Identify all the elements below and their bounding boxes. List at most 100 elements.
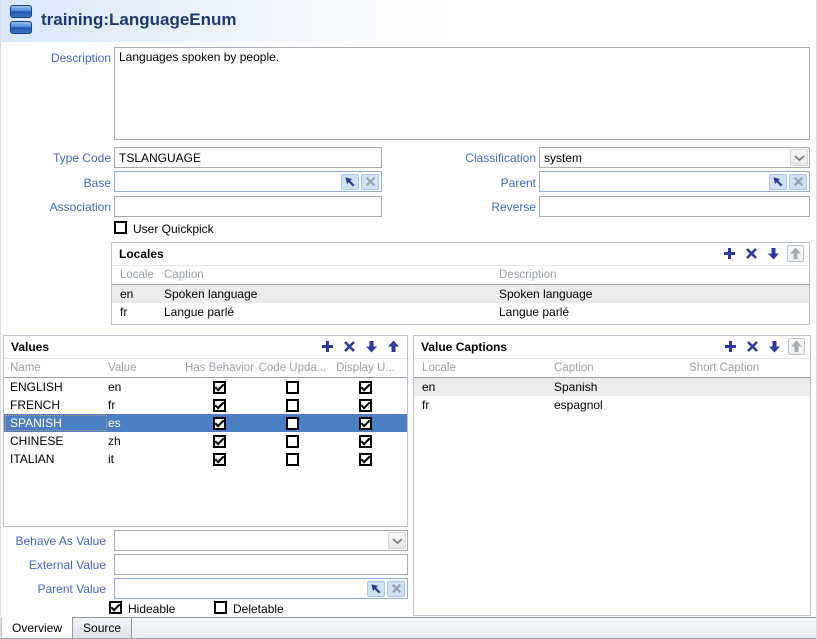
locales-panel-title: Locales [112, 243, 809, 266]
user-quickpick-checkbox[interactable] [114, 221, 127, 234]
move-down-icon[interactable] [765, 245, 782, 262]
delete-icon[interactable] [341, 338, 358, 355]
value-row[interactable]: FRENCH fr [4, 396, 407, 414]
code-update-checkbox[interactable] [286, 417, 299, 430]
code-update-checkbox[interactable] [286, 399, 299, 412]
chevron-down-icon[interactable] [388, 532, 406, 549]
locales-column-headers: Locale Caption Description [112, 266, 809, 285]
reverse-field[interactable] [539, 196, 810, 217]
values-panel: Values Name Value Has Behavior Code Upda… [3, 335, 408, 527]
external-value-label: External Value [1, 558, 106, 572]
column-header[interactable]: Caption [164, 266, 499, 284]
description-label: Description [1, 51, 111, 65]
code-update-checkbox[interactable] [286, 453, 299, 466]
column-header[interactable]: Code Upda... [256, 359, 329, 377]
move-down-icon[interactable] [363, 338, 380, 355]
has-behavior-checkbox[interactable] [213, 417, 226, 430]
enum-editor-window: training:LanguageEnum Description Langua… [0, 0, 817, 639]
tab-source[interactable]: Source [73, 618, 132, 638]
behave-as-value-label: Behave As Value [1, 534, 106, 548]
hideable-label: Hideable [128, 602, 175, 616]
pick-arrow-icon[interactable] [341, 174, 359, 190]
user-quickpick-label: User Quickpick [133, 222, 214, 236]
hideable-checkbox[interactable] [109, 601, 122, 614]
behave-as-value-select[interactable] [114, 530, 408, 551]
value-captions-toolbar [722, 338, 805, 355]
external-value-field[interactable] [114, 554, 408, 575]
parent-value-label: Parent Value [1, 582, 106, 596]
caption-row[interactable]: en Spanish [414, 378, 810, 396]
has-behavior-checkbox[interactable] [213, 435, 226, 448]
value-row[interactable]: ITALIAN it [4, 450, 407, 468]
value-row[interactable]: SPANISH es [4, 414, 407, 432]
column-header[interactable]: Has Behavior [183, 359, 256, 377]
tab-overview[interactable]: Overview [1, 617, 73, 638]
enum-type-icon [10, 5, 32, 34]
type-code-label: Type Code [1, 151, 111, 165]
parent-picker[interactable] [539, 171, 810, 192]
clear-icon[interactable] [387, 581, 405, 597]
move-up-icon[interactable] [788, 338, 805, 355]
display-update-checkbox[interactable] [359, 417, 372, 430]
deletable-checkbox[interactable] [214, 601, 227, 614]
classification-value: system [540, 151, 789, 165]
clear-icon[interactable] [361, 174, 379, 190]
column-header[interactable]: Locale [414, 359, 554, 377]
value-captions-column-headers: Locale Caption Short Caption [414, 359, 810, 378]
has-behavior-checkbox[interactable] [213, 453, 226, 466]
association-field[interactable] [114, 196, 382, 217]
add-icon[interactable] [721, 245, 738, 262]
chevron-down-icon[interactable] [790, 149, 808, 166]
column-header[interactable]: Value [108, 359, 183, 377]
classification-select[interactable]: system [539, 147, 810, 168]
parent-value-picker[interactable] [114, 578, 408, 599]
column-header[interactable]: Name [4, 359, 108, 377]
display-update-checkbox[interactable] [359, 453, 372, 466]
value-captions-panel: Value Captions Locale Caption Short Capt… [413, 335, 811, 616]
type-code-field[interactable] [114, 147, 382, 168]
base-label: Base [1, 176, 111, 190]
page-title: training:LanguageEnum [41, 10, 237, 30]
move-up-icon[interactable] [385, 338, 402, 355]
locales-panel: Locales Locale Caption Description en Sp… [111, 242, 810, 325]
classification-label: Classification [401, 151, 536, 165]
values-toolbar [319, 338, 402, 355]
add-icon[interactable] [722, 338, 739, 355]
reverse-label: Reverse [401, 200, 536, 214]
has-behavior-checkbox[interactable] [213, 381, 226, 394]
column-header[interactable]: Caption [554, 359, 689, 377]
value-row[interactable]: ENGLISH en [4, 378, 407, 396]
value-captions-panel-title: Value Captions [414, 336, 810, 359]
values-panel-title: Values [4, 336, 407, 359]
move-down-icon[interactable] [766, 338, 783, 355]
delete-icon[interactable] [743, 245, 760, 262]
base-picker[interactable] [114, 171, 382, 192]
locale-row[interactable]: fr Langue parlé Langue parlé [112, 303, 809, 321]
parent-label: Parent [401, 176, 536, 190]
bottom-tab-bar: Overview Source [1, 617, 816, 639]
locale-row[interactable]: en Spoken language Spoken language [112, 285, 809, 303]
column-header[interactable]: Locale [112, 266, 164, 284]
locales-toolbar [721, 245, 804, 262]
values-column-headers: Name Value Has Behavior Code Upda... Dis… [4, 359, 407, 378]
has-behavior-checkbox[interactable] [213, 399, 226, 412]
deletable-label: Deletable [233, 602, 284, 616]
caption-row[interactable]: fr espagnol [414, 396, 810, 414]
column-header[interactable]: Display U... [329, 359, 402, 377]
code-update-checkbox[interactable] [286, 435, 299, 448]
association-label: Association [1, 200, 111, 214]
display-update-checkbox[interactable] [359, 399, 372, 412]
description-field[interactable]: Languages spoken by people. [114, 47, 810, 140]
display-update-checkbox[interactable] [359, 381, 372, 394]
code-update-checkbox[interactable] [286, 381, 299, 394]
column-header[interactable]: Description [499, 266, 809, 284]
pick-arrow-icon[interactable] [769, 174, 787, 190]
delete-icon[interactable] [744, 338, 761, 355]
display-update-checkbox[interactable] [359, 435, 372, 448]
pick-arrow-icon[interactable] [367, 581, 385, 597]
column-header[interactable]: Short Caption [689, 359, 810, 377]
value-row[interactable]: CHINESE zh [4, 432, 407, 450]
clear-icon[interactable] [789, 174, 807, 190]
move-up-icon[interactable] [787, 245, 804, 262]
add-icon[interactable] [319, 338, 336, 355]
